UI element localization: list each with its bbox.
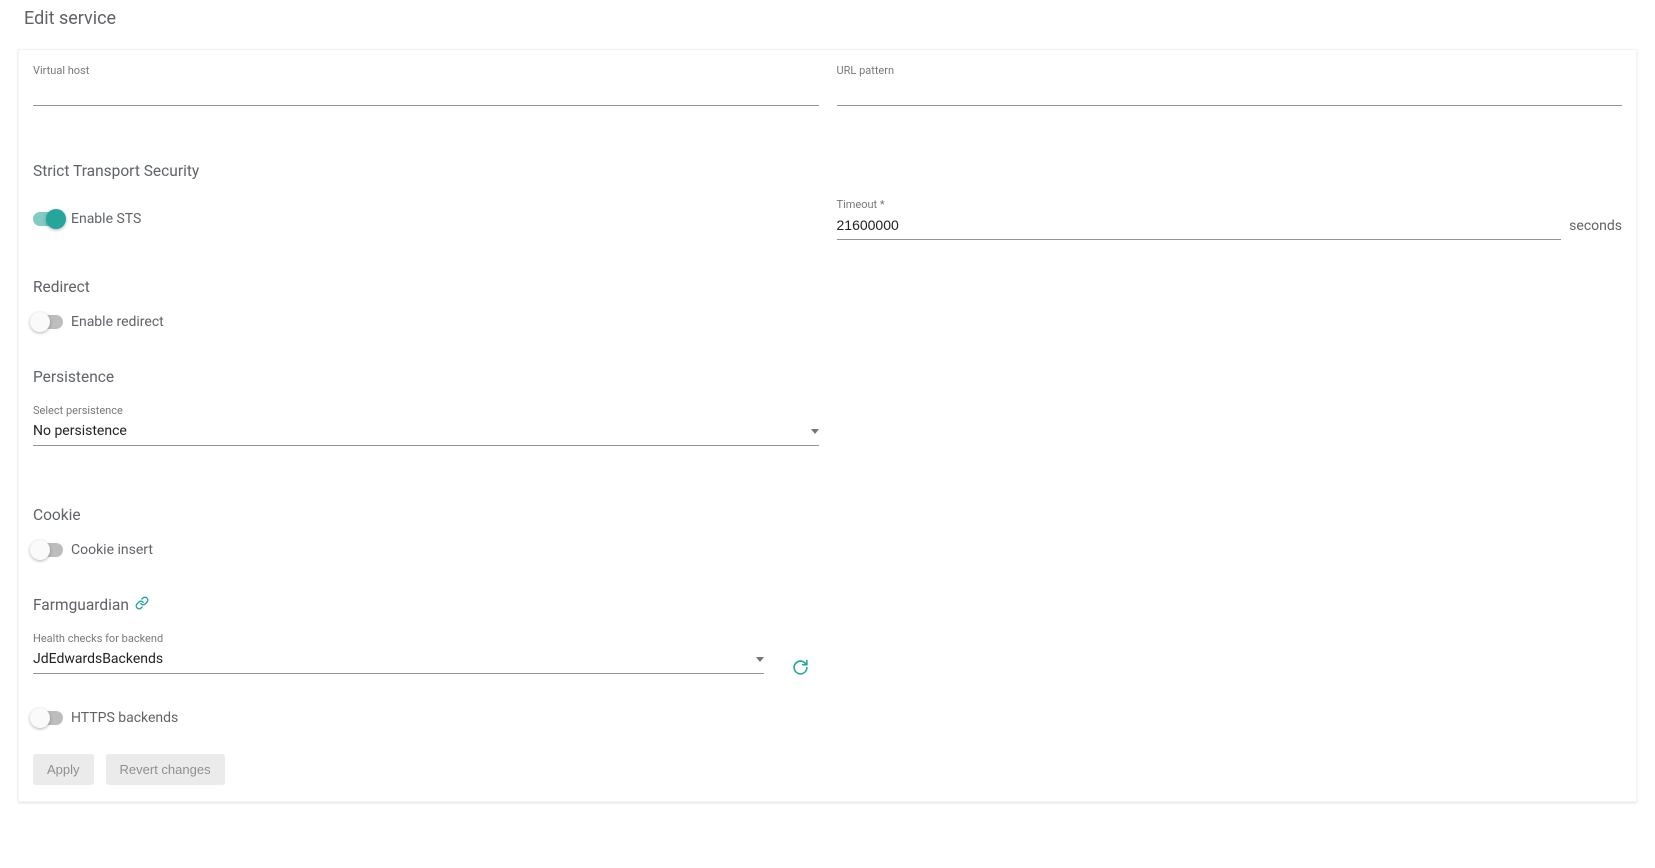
farmguardian-heading-wrap: Farmguardian — [33, 596, 1622, 614]
virtual-host-label: Virtual host — [33, 64, 819, 77]
https-backends-label: HTTPS backends — [71, 710, 178, 726]
healthcheck-select[interactable]: JdEdwardsBackends — [33, 647, 764, 674]
timeout-input[interactable] — [837, 213, 1562, 240]
cookie-heading: Cookie — [33, 506, 1622, 524]
redirect-heading: Redirect — [33, 278, 1622, 296]
enable-sts-label: Enable STS — [71, 211, 141, 227]
farmguardian-heading: Farmguardian — [33, 596, 129, 614]
persistence-select-value: No persistence — [33, 423, 127, 439]
apply-button[interactable]: Apply — [33, 754, 94, 785]
healthcheck-select-label: Health checks for backend — [33, 632, 764, 645]
url-pattern-label: URL pattern — [837, 64, 1623, 77]
chevron-down-icon — [811, 429, 819, 434]
revert-button[interactable]: Revert changes — [106, 754, 225, 785]
timeout-label: Timeout * — [837, 198, 1562, 211]
page-title: Edit service — [24, 8, 1637, 29]
url-pattern-input[interactable] — [837, 79, 1623, 106]
persistence-select[interactable]: No persistence — [33, 419, 819, 446]
cookie-insert-toggle[interactable] — [33, 543, 63, 557]
reload-icon[interactable] — [792, 659, 809, 680]
https-backends-toggle[interactable] — [33, 711, 63, 725]
enable-redirect-toggle[interactable] — [33, 315, 63, 329]
healthcheck-select-value: JdEdwardsBackends — [33, 651, 163, 667]
persistence-select-label: Select persistence — [33, 404, 819, 417]
timeout-unit: seconds — [1569, 218, 1622, 240]
virtual-host-input[interactable] — [33, 79, 819, 106]
sts-heading: Strict Transport Security — [33, 162, 1622, 180]
enable-sts-toggle[interactable] — [33, 212, 63, 226]
service-card: Virtual host URL pattern Strict Transpor… — [18, 49, 1637, 802]
cookie-insert-label: Cookie insert — [71, 542, 153, 558]
link-icon[interactable] — [135, 596, 149, 614]
chevron-down-icon — [756, 657, 764, 662]
persistence-heading: Persistence — [33, 368, 1622, 386]
enable-redirect-label: Enable redirect — [71, 314, 164, 330]
